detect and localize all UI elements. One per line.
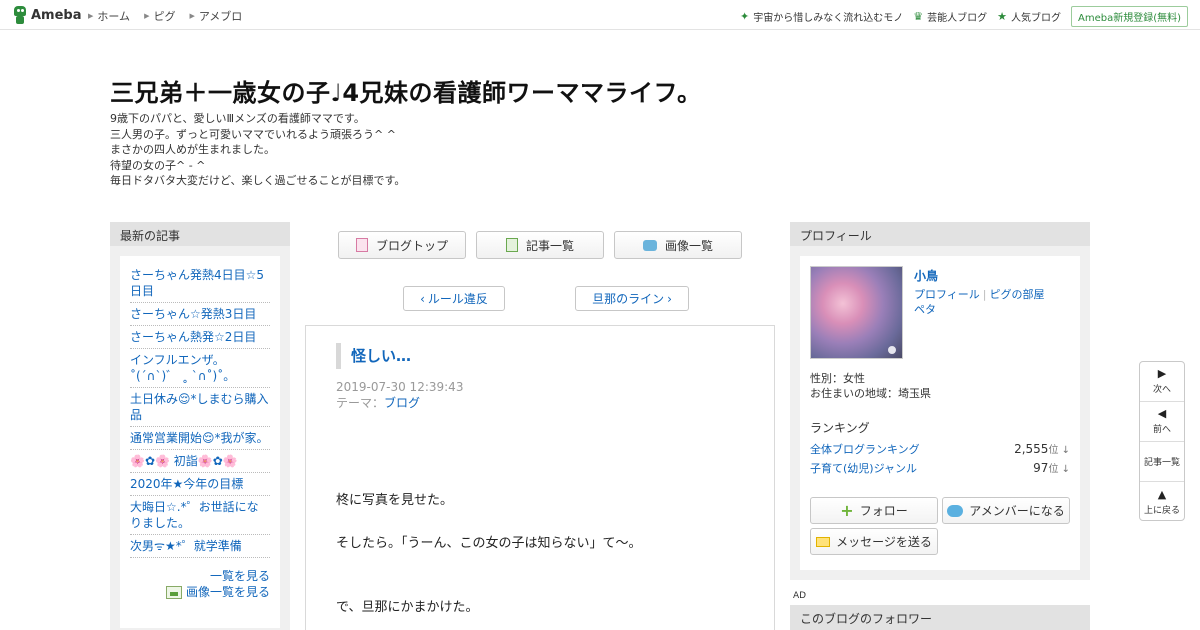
ranking-label: ランキング xyxy=(810,421,870,435)
crown-icon: ♛ xyxy=(913,10,924,23)
chevron-left-icon: ‹ xyxy=(420,291,425,306)
blog-top-button[interactable]: ブログトップ xyxy=(338,231,466,259)
profile-heading: プロフィール xyxy=(790,222,1090,246)
envelope-icon xyxy=(816,536,831,547)
send-message-button[interactable]: メッセージを送る xyxy=(810,528,938,555)
profile-box: 小鳥 プロフィール | ピグの部屋 ペタ 性別：女性 お住まいの地域：埼玉県 ランキ… xyxy=(800,256,1080,570)
global-header: Ameba ▶ ホーム ▶ ピグ ▶ アメブロ ✦ 宇宙から惜しみなく流れ込むモノ ♛ 芸… xyxy=(0,0,1200,30)
profile-panel: プロフィール 小鳥 プロフィール | ピグの部屋 ペタ 性別：女性 お住まいの地域：… xyxy=(790,222,1090,580)
recent-article-link[interactable]: 通常営業開始😌*我が家。 xyxy=(130,427,270,450)
nav-ameblo[interactable]: ▶ アメブロ xyxy=(189,8,242,24)
article-meta: 2019-07-30 12:39:43 テーマ：ブログ xyxy=(336,379,463,411)
view-all-link[interactable]: 一覧を見る xyxy=(130,568,270,584)
article-date: 2019-07-30 12:39:43 xyxy=(336,380,464,394)
article-list-button[interactable]: 記事一覧 xyxy=(476,231,604,259)
amember-button[interactable]: アメンバーになる xyxy=(942,497,1070,524)
floating-side-nav: ▶ 次へ ◀ 前へ 記事一覧 ▲ 上に戻る xyxy=(1139,361,1185,521)
recent-article-link[interactable]: さーちゃん熱発☆2日目 xyxy=(130,326,270,349)
blog-title[interactable]: 三兄弟＋一歳女の子♩4兄妹の看護師ワーママライフ。 xyxy=(110,73,702,108)
profile-links: プロフィール | ピグの部屋 ペタ xyxy=(914,288,1045,316)
triangle-right-icon: ▶ xyxy=(1157,367,1167,380)
recent-articles-panel: 最新の記事 さーちゃん発熱4日目☆5日目 さーちゃん☆発熱3日目 さーちゃん熱発… xyxy=(110,222,290,630)
image-list-button[interactable]: 画像一覧 xyxy=(614,231,742,259)
link-featured[interactable]: ✦ 宇宙から惜しみなく流れ込むモノ xyxy=(740,9,903,24)
triangle-left-icon: ◀ xyxy=(1157,407,1167,420)
side-list-button[interactable]: 記事一覧 xyxy=(1140,442,1184,482)
recent-articles-heading: 最新の記事 xyxy=(110,222,290,246)
recent-more-links: 一覧を見る 画像一覧を見る xyxy=(130,568,270,600)
ameba-logo-icon xyxy=(12,6,28,24)
article-theme: テーマ：ブログ xyxy=(336,396,421,410)
prev-article-button[interactable]: ‹ ルール違反 xyxy=(403,286,505,311)
register-button[interactable]: Ameba新規登録(無料) xyxy=(1070,6,1188,27)
article-paragraph: で、旦那にかまかけた。 xyxy=(336,600,479,615)
triangle-right-icon: ▶ xyxy=(189,12,195,20)
side-next-button[interactable]: ▶ 次へ xyxy=(1140,362,1184,402)
profile-gender: 性別：女性 xyxy=(810,372,865,385)
triangle-right-icon: ▶ xyxy=(88,12,94,20)
view-images-link[interactable]: 画像一覧を見る xyxy=(130,584,270,600)
profile-avatar[interactable] xyxy=(810,266,903,359)
recent-article-link[interactable]: 土日休み😌*しまむら購入品 xyxy=(130,388,270,427)
nav-home[interactable]: ▶ ホーム xyxy=(88,8,130,24)
camera-icon xyxy=(642,239,657,251)
next-article-button[interactable]: 旦那のライン › xyxy=(575,286,689,311)
pigg-room-link[interactable]: ピグの部屋 xyxy=(990,288,1045,301)
sparkle-icon: ✦ xyxy=(740,10,750,23)
follow-button[interactable]: + フォロー xyxy=(810,497,938,524)
ad-label: AD xyxy=(793,591,807,601)
link-popular-blog[interactable]: ★ 人気ブログ xyxy=(997,9,1061,24)
logo-text: Ameba xyxy=(31,7,82,23)
global-nav: ▶ ホーム ▶ ピグ ▶ アメブロ xyxy=(88,8,242,24)
recent-article-link[interactable]: インフルエンザ。˚(ˊ∩ˋ)゛ ˳ `∩˚)˚。 xyxy=(130,349,270,388)
profile-area: お住まいの地域：埼玉県 xyxy=(810,387,931,400)
article-title[interactable]: 怪しい… xyxy=(336,343,411,369)
ranking-row: 子育て(幼児)ジャンル 97位 ↓ xyxy=(810,460,1070,476)
article: 怪しい… 2019-07-30 12:39:43 テーマ：ブログ 柊に写真を見せ… xyxy=(305,325,775,630)
chevron-right-icon: › xyxy=(667,291,672,306)
ranking-row: 全体ブログランキング 2,555位 ↓ xyxy=(810,441,1070,457)
recent-article-link[interactable]: さーちゃん発熱4日目☆5日目 xyxy=(130,264,270,303)
recent-articles-box: さーちゃん発熱4日目☆5日目 さーちゃん☆発熱3日目 さーちゃん熱発☆2日目 イ… xyxy=(120,256,280,628)
ranking-link[interactable]: 子育て(幼児)ジャンル xyxy=(810,460,917,476)
recent-article-link[interactable]: 2020年★今年の目標 xyxy=(130,473,270,496)
recent-article-link[interactable]: 大晦日☆.*゜お世話になりました。 xyxy=(130,496,270,535)
recent-article-link[interactable]: 次男ᯤ★*゜就学準備 xyxy=(130,535,270,558)
recent-articles-list: さーちゃん発熱4日目☆5日目 さーちゃん☆発熱3日目 さーちゃん熱発☆2日目 イ… xyxy=(130,264,270,558)
followers-heading: このブログのフォロワー xyxy=(790,605,1090,630)
page-icon xyxy=(355,238,368,252)
profile-link[interactable]: プロフィール xyxy=(914,288,980,301)
article-paragraph: そしたら。「うーん、この女の子は知らない」て〜。 xyxy=(336,536,642,551)
side-prev-button[interactable]: ◀ 前へ xyxy=(1140,402,1184,442)
ameba-logo[interactable]: Ameba xyxy=(12,6,82,24)
plus-icon: + xyxy=(840,501,854,520)
ranking-value: 97位 ↓ xyxy=(1033,461,1070,475)
image-list-icon xyxy=(165,585,182,599)
theme-link[interactable]: ブログ xyxy=(384,396,420,410)
recent-article-link[interactable]: 🌸✿🌸 初詣🌸✿🌸 xyxy=(130,450,270,473)
triangle-right-icon: ▶ xyxy=(144,12,150,20)
profile-name[interactable]: 小鳥 xyxy=(914,267,938,284)
nav-pigg[interactable]: ▶ ピグ xyxy=(144,8,175,24)
blog-description: 9歳下のパパと、愛しいⅢメンズの看護師ママです。 三人男の子。ずっと可愛いママで… xyxy=(110,112,406,187)
blog-nav-buttons: ブログトップ 記事一覧 画像一覧 xyxy=(338,231,742,259)
article-paragraph: 柊に写真を見せた。 xyxy=(336,493,454,508)
link-celebrity-blog[interactable]: ♛ 芸能人ブログ xyxy=(913,9,987,24)
profile-info: 性別：女性 お住まいの地域：埼玉県 xyxy=(810,371,931,401)
chat-bubble-icon xyxy=(947,504,964,517)
triangle-up-icon: ▲ xyxy=(1157,487,1167,501)
recent-article-link[interactable]: さーちゃん☆発熱3日目 xyxy=(130,303,270,326)
peta-link[interactable]: ペタ xyxy=(914,303,936,316)
star-icon: ★ xyxy=(997,10,1007,23)
side-top-button[interactable]: ▲ 上に戻る xyxy=(1140,482,1184,522)
header-right-links: ✦ 宇宙から惜しみなく流れ込むモノ ♛ 芸能人ブログ ★ 人気ブログ Ameba新規登… xyxy=(740,6,1188,27)
documents-icon xyxy=(505,238,518,252)
ranking-link[interactable]: 全体ブログランキング xyxy=(810,441,920,457)
ranking-value: 2,555位 ↓ xyxy=(1014,442,1070,456)
